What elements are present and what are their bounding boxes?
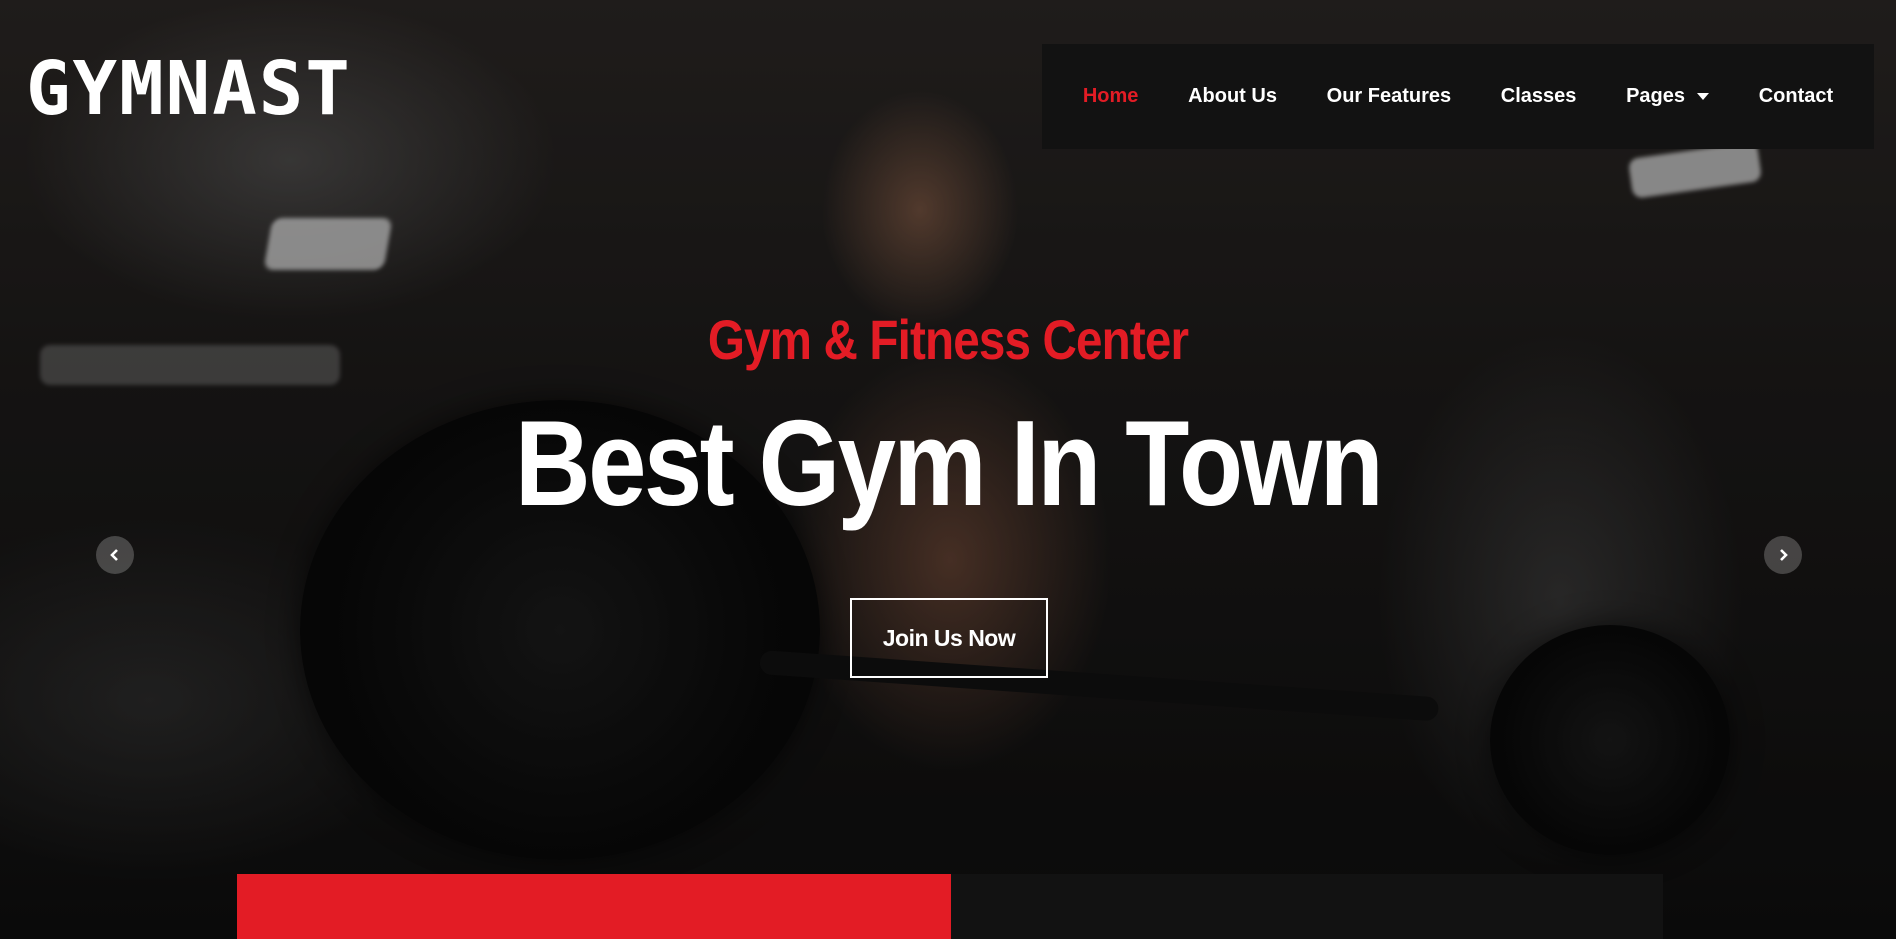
bottom-bar-red (237, 874, 951, 939)
nav-link-home[interactable]: Home (1083, 85, 1139, 108)
carousel-prev-button[interactable] (96, 536, 134, 574)
main-navbar: Home About Us Our Features Classes Pages… (1042, 44, 1874, 149)
nav-link-pages[interactable]: Pages (1626, 85, 1710, 108)
caret-down-icon (1697, 93, 1710, 100)
nav-link-classes[interactable]: Classes (1501, 85, 1577, 108)
chevron-right-icon (1780, 549, 1788, 561)
hero-subtitle: Gym & Fitness Center (707, 308, 1189, 371)
carousel-next-button[interactable] (1764, 536, 1802, 574)
hero-title: Best Gym In Town (514, 395, 1384, 531)
nav-link-about-us[interactable]: About Us (1188, 85, 1277, 108)
chevron-left-icon (110, 549, 118, 561)
nav-link-our-features[interactable]: Our Features (1327, 85, 1451, 108)
bottom-bar-dark (951, 874, 1663, 939)
nav-link-contact[interactable]: Contact (1759, 85, 1833, 108)
nav-link-pages-label: Pages (1626, 85, 1686, 107)
join-us-button[interactable]: Join Us Now (850, 598, 1048, 678)
site-logo[interactable]: GYMNAST (26, 52, 352, 126)
